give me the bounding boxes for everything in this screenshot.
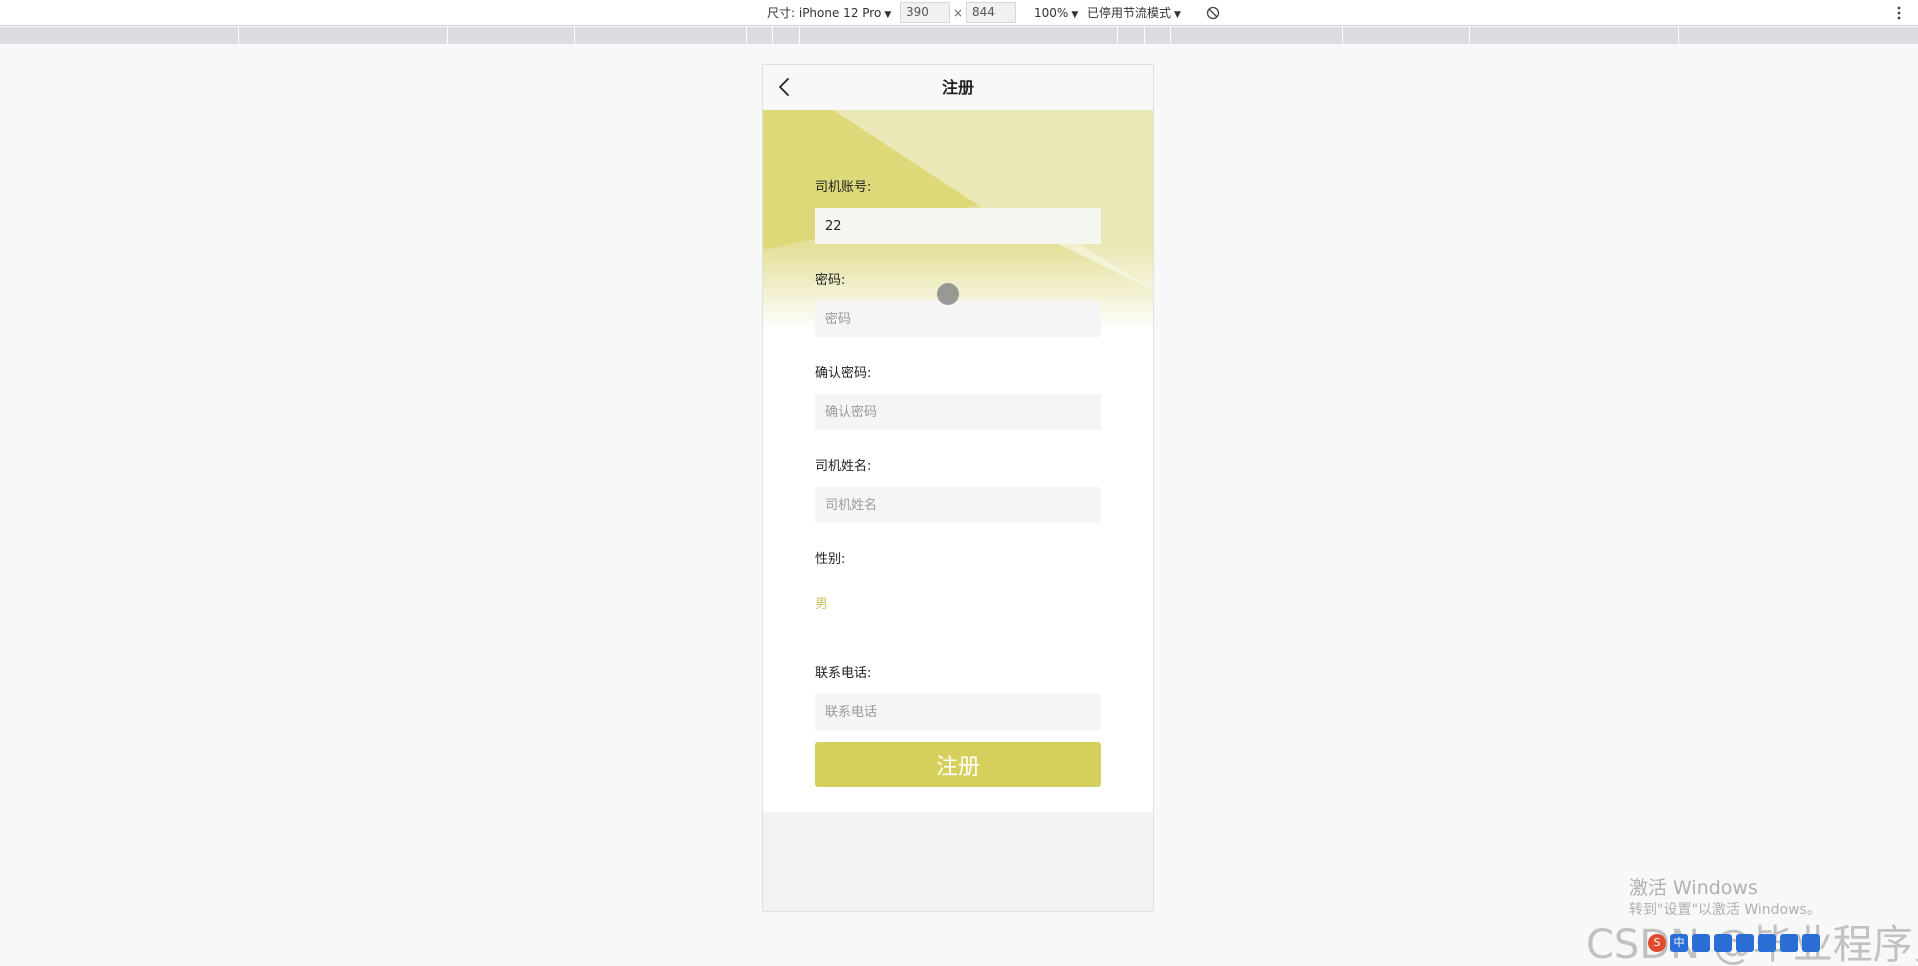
throttle-label: 已停用节流模式 <box>1087 6 1172 20</box>
phone-label: 联系电话: <box>815 666 872 681</box>
microphone-icon[interactable] <box>1714 934 1732 952</box>
register-button[interactable]: 注册 <box>815 742 1101 787</box>
media-query-ruler[interactable] <box>0 27 1918 44</box>
system-tray: S 中 <box>1648 930 1820 956</box>
activate-windows-title: 激活 Windows <box>1629 877 1758 899</box>
nav-bar: 注册 <box>763 65 1153 110</box>
phone-input[interactable] <box>815 694 1101 730</box>
rotate-icon[interactable] <box>1205 0 1221 26</box>
driver-name-input[interactable] <box>815 487 1101 523</box>
device-select[interactable]: 尺寸: iPhone 12 Pro ▼ <box>767 0 891 26</box>
touch-cursor <box>937 283 959 305</box>
phone-viewport: 注册 司机账号: 密码: 确认密码: 司机姓名: <box>762 64 1154 912</box>
confirm-password-input[interactable] <box>815 394 1101 430</box>
emoji-icon[interactable] <box>1692 934 1710 952</box>
ime-mode-icon[interactable]: 中 <box>1670 934 1688 952</box>
zoom-select[interactable]: 100% ▼ <box>1034 0 1078 26</box>
grid-icon[interactable] <box>1802 934 1820 952</box>
chevron-down-icon: ▼ <box>1071 10 1079 20</box>
password-label: 密码: <box>815 273 846 288</box>
page-title: 注册 <box>941 78 974 97</box>
width-input[interactable]: 390 <box>900 2 950 23</box>
height-input[interactable]: 844 <box>966 2 1016 23</box>
account-input[interactable] <box>815 208 1101 244</box>
sogou-ime-icon[interactable]: S <box>1648 934 1666 952</box>
throttle-select[interactable]: 已停用节流模式 ▼ <box>1087 0 1181 26</box>
gender-picker[interactable]: 男 <box>815 593 828 612</box>
dimension-separator: × <box>953 6 964 20</box>
zoom-label: 100% <box>1034 6 1069 20</box>
chat-icon[interactable] <box>1780 934 1798 952</box>
confirm-password-label: 确认密码: <box>815 366 872 381</box>
gender-label: 性别: <box>815 552 846 567</box>
device-label: 尺寸: iPhone 12 Pro <box>767 6 882 20</box>
account-label: 司机账号: <box>815 180 872 195</box>
device-toolbar: 尺寸: iPhone 12 Pro ▼ 390 × 844 100% ▼ 已停用节流… <box>0 0 1918 26</box>
chevron-down-icon: ▼ <box>1174 10 1181 20</box>
driver-name-label: 司机姓名: <box>815 459 872 474</box>
shirt-icon[interactable] <box>1758 934 1776 952</box>
chevron-down-icon: ▼ <box>884 10 892 20</box>
register-page: 司机账号: 密码: 确认密码: 司机姓名: 性别: 男 联系电话: 注册 <box>763 110 1153 812</box>
keyboard-icon[interactable] <box>1736 934 1754 952</box>
more-menu-icon[interactable] <box>1896 0 1902 26</box>
password-input[interactable] <box>815 301 1101 337</box>
